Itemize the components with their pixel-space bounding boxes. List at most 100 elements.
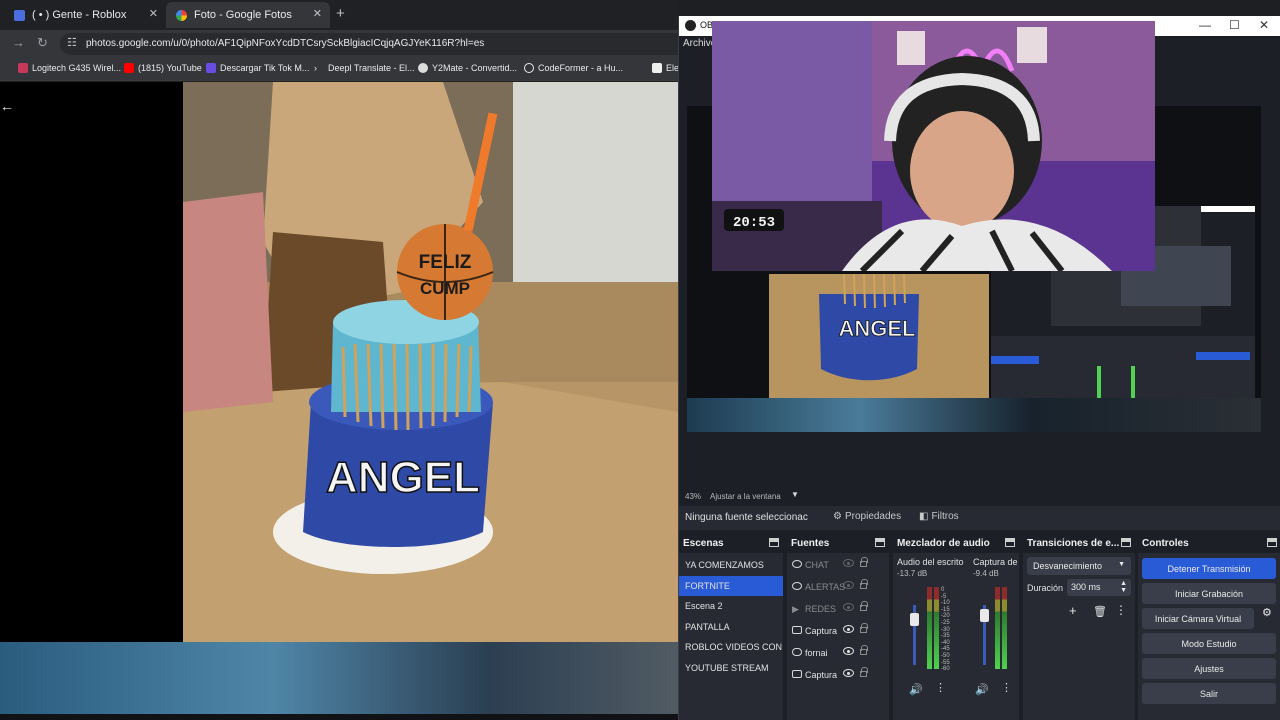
eye-hidden-icon[interactable] bbox=[843, 603, 854, 611]
start-recording-button[interactable]: Iniciar Grabación bbox=[1142, 583, 1276, 604]
globe-icon bbox=[792, 560, 802, 568]
bookmark-codeformer[interactable]: CodeFormer - a Hu... bbox=[524, 63, 623, 73]
scene-item[interactable]: ROBLOC VIDEOS CON E bbox=[679, 637, 783, 658]
url-text: photos.google.com/u/0/photo/AF1QipNFoxYc… bbox=[86, 38, 485, 49]
source-item[interactable]: ▶ REDES bbox=[787, 598, 889, 620]
chevron-right-icon: › bbox=[314, 63, 317, 73]
undock-icon[interactable] bbox=[1005, 538, 1015, 547]
omnibox[interactable]: ☷ photos.google.com/u/0/photo/AF1QipNFox… bbox=[60, 33, 690, 55]
lock-icon[interactable] bbox=[860, 579, 868, 589]
stepper-icon[interactable]: ▲ ▼ bbox=[1120, 580, 1127, 594]
undock-icon[interactable] bbox=[875, 538, 885, 547]
tab-google-photos[interactable]: Foto - Google Fotos ✕ bbox=[166, 2, 330, 28]
scene-item[interactable]: YA COMENZAMOS bbox=[679, 555, 783, 576]
svg-text:ANGEL: ANGEL bbox=[326, 453, 480, 502]
source-item[interactable]: Captura bbox=[787, 664, 889, 686]
volume-slider[interactable] bbox=[910, 605, 919, 665]
bookmark-label: (1815) YouTube bbox=[138, 63, 202, 73]
dock-header: Escenas bbox=[679, 535, 783, 553]
zoom-dropdown-icon[interactable]: ▼ bbox=[791, 490, 799, 499]
source-item[interactable]: fornai bbox=[787, 642, 889, 664]
add-icon[interactable]: + bbox=[1069, 603, 1077, 618]
back-arrow-icon[interactable]: ← bbox=[0, 98, 14, 114]
dock-header: Transiciones de e... bbox=[1023, 535, 1135, 553]
bookmark-label: Y2Mate - Convertid... bbox=[432, 63, 518, 73]
source-name: ALERTAS bbox=[805, 582, 846, 592]
filter-icon: ◧ bbox=[919, 511, 929, 522]
studio-mode-button[interactable]: Modo Estudio bbox=[1142, 633, 1276, 654]
forward-icon[interactable]: → bbox=[12, 35, 25, 50]
source-item[interactable]: Captura bbox=[787, 620, 889, 642]
fit-to-window-label[interactable]: Ajustar a la ventana bbox=[710, 492, 781, 501]
new-tab-icon[interactable]: + bbox=[336, 5, 345, 22]
scene-item[interactable]: Escena 2 bbox=[679, 596, 783, 617]
no-source-selected: Ninguna fuente seleccionac bbox=[685, 512, 808, 523]
db-scale: 0 -5 -10 -15 -20 -25 -30 -35 -40 -45 -50 -55 -60 bbox=[941, 587, 950, 673]
trash-icon[interactable]: 🗑 bbox=[1093, 605, 1107, 618]
virtual-camera-settings-icon[interactable]: ⚙ bbox=[1262, 606, 1272, 619]
bookmark-y2mate[interactable]: Y2Mate - Convertid... bbox=[418, 63, 517, 73]
settings-button[interactable]: Ajustes bbox=[1142, 658, 1276, 679]
eye-icon[interactable] bbox=[843, 669, 854, 677]
transition-select[interactable]: Desvanecimiento bbox=[1027, 557, 1131, 575]
maximize-icon[interactable]: ☐ bbox=[1229, 18, 1240, 32]
webcam-art: 20:53 bbox=[712, 21, 1155, 271]
undock-icon[interactable] bbox=[1267, 538, 1277, 547]
speaker-icon[interactable]: 🔊 bbox=[975, 683, 989, 696]
more-options-icon[interactable]: ⋮ bbox=[1001, 681, 1012, 694]
browser-window: ( • ) Gente - Roblox ✕ Foto - Google Fot… bbox=[0, 0, 690, 642]
close-tab-icon[interactable]: ✕ bbox=[313, 7, 322, 20]
volume-slider[interactable] bbox=[980, 605, 989, 665]
bookmark-youtube[interactable]: (1815) YouTube bbox=[124, 63, 202, 73]
bookmark-tiktok[interactable]: Descargar Tik Tok M... bbox=[206, 63, 309, 73]
gamepad-icon bbox=[792, 648, 802, 656]
eye-hidden-icon[interactable] bbox=[843, 559, 854, 567]
filters-button[interactable]: ◧ Filtros bbox=[919, 511, 959, 522]
controls-title: Controles bbox=[1142, 538, 1189, 549]
bookmark-logitech[interactable]: Logitech G435 Wirel... bbox=[18, 63, 121, 73]
eye-icon[interactable] bbox=[843, 625, 854, 633]
exit-button[interactable]: Salir bbox=[1142, 683, 1276, 704]
slider-knob[interactable] bbox=[980, 609, 989, 622]
lock-icon[interactable] bbox=[860, 601, 868, 611]
lock-icon[interactable] bbox=[860, 645, 868, 655]
scenes-title: Escenas bbox=[683, 538, 724, 549]
scene-item[interactable]: YOUTUBE STREAM bbox=[679, 658, 783, 679]
eye-icon[interactable] bbox=[843, 647, 854, 655]
channel-name: Captura de bbox=[973, 557, 1017, 567]
eye-hidden-icon[interactable] bbox=[843, 581, 854, 589]
photo-viewer: ← FELIZ CUMP ANGEL bbox=[0, 82, 678, 642]
undock-icon[interactable] bbox=[769, 538, 779, 547]
duration-label: Duración bbox=[1027, 583, 1064, 593]
bookmark-ele[interactable]: Ele bbox=[652, 63, 678, 73]
lock-icon[interactable] bbox=[860, 557, 868, 567]
stop-streaming-button[interactable]: Detener Transmisión bbox=[1142, 558, 1276, 579]
close-icon[interactable]: ✕ bbox=[1259, 18, 1269, 32]
mixer-channel: Captura de -9.4 dB 🔊 ⋮ bbox=[973, 557, 1017, 707]
scene-item-selected[interactable]: FORTNITE bbox=[679, 575, 783, 597]
more-options-icon[interactable]: ⋮ bbox=[1115, 603, 1127, 617]
more-options-icon[interactable]: ⋮ bbox=[935, 681, 946, 694]
logitech-icon bbox=[18, 63, 28, 73]
tab-roblox[interactable]: ( • ) Gente - Roblox ✕ bbox=[4, 2, 166, 28]
source-item[interactable]: CHAT bbox=[787, 554, 889, 576]
filters-label: Filtros bbox=[931, 511, 959, 522]
slider-knob[interactable] bbox=[910, 613, 919, 626]
start-virtual-camera-button[interactable]: Iniciar Cámara Virtual bbox=[1142, 608, 1254, 629]
speaker-icon[interactable]: 🔊 bbox=[909, 683, 923, 696]
dock-header: Mezclador de audio bbox=[893, 535, 1019, 553]
site-info-icon[interactable]: ☷ bbox=[67, 36, 77, 49]
close-tab-icon[interactable]: ✕ bbox=[149, 7, 158, 20]
duration-input[interactable]: 300 ms ▲ ▼ bbox=[1067, 579, 1131, 596]
source-item[interactable]: ALERTAS bbox=[787, 576, 889, 598]
dock-header: Controles bbox=[1138, 535, 1280, 553]
minimize-icon[interactable]: — bbox=[1199, 18, 1211, 32]
properties-button[interactable]: ⚙ Propiedades bbox=[833, 511, 901, 522]
lock-icon[interactable] bbox=[860, 623, 868, 633]
bookmark-deepl[interactable]: › Deepl Translate - El... bbox=[314, 63, 415, 73]
channel-db: -9.4 dB bbox=[973, 569, 999, 578]
lock-icon[interactable] bbox=[860, 667, 868, 677]
scene-item[interactable]: PANTALLA bbox=[679, 617, 783, 638]
undock-icon[interactable] bbox=[1121, 538, 1131, 547]
reload-icon[interactable]: ↻ bbox=[37, 35, 48, 51]
